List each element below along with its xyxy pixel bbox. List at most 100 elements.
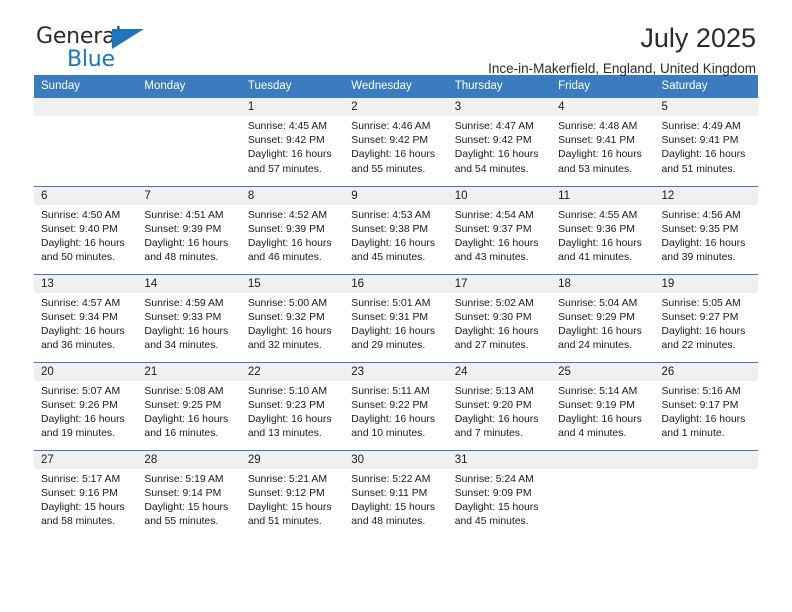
- calendar-day-cell[interactable]: 25 Sunrise: 5:14 AM Sunset: 9:19 PM Dayligh…: [551, 361, 655, 450]
- sunset-text: Sunset: 9:33 PM: [144, 311, 222, 323]
- calendar-cell-empty: [137, 98, 241, 186]
- day-details: Sunrise: 5:01 AM Sunset: 9:31 PM Daylight:…: [344, 293, 447, 354]
- calendar-day-cell[interactable]: 19 Sunrise: 5:05 AM Sunset: 9:27 PM Dayligh…: [654, 273, 758, 362]
- daylight-text-line2: and 7 minutes.: [454, 428, 523, 440]
- daylight-text-line2: and 24 minutes.: [558, 340, 633, 352]
- daylight-text-line1: Daylight: 16 hours: [351, 413, 436, 425]
- sunrise-text: Sunrise: 4:53 AM: [351, 209, 431, 221]
- calendar-day-cell[interactable]: 27 Sunrise: 5:17 AM Sunset: 9:16 PM Dayligh…: [34, 449, 138, 538]
- daylight-text-line2: and 19 minutes.: [41, 428, 115, 440]
- day-cell-inner: 7 Sunrise: 4:51 AM Sunset: 9:39 PM Daylight…: [137, 186, 241, 274]
- day-details: Sunrise: 4:47 AM Sunset: 9:42 PM Daylight:…: [448, 116, 551, 177]
- day-cell-inner: 25 Sunrise: 5:14 AM Sunset: 9:19 PM Dayligh…: [551, 362, 655, 450]
- calendar-week-row: 13 Sunrise: 4:57 AM Sunset: 9:34 PM Dayligh…: [34, 273, 758, 362]
- sunrise-text: Sunrise: 5:02 AM: [454, 297, 534, 309]
- calendar-day-cell[interactable]: 16 Sunrise: 5:01 AM Sunset: 9:31 PM Dayligh…: [344, 273, 448, 362]
- day-number: 13: [34, 274, 138, 293]
- daylight-text-line2: and 27 minutes.: [454, 340, 529, 352]
- calendar-day-cell[interactable]: 10 Sunrise: 4:54 AM Sunset: 9:37 PM Dayligh…: [447, 185, 552, 274]
- sunrise-text: Sunrise: 5:17 AM: [41, 473, 121, 485]
- calendar-day-cell[interactable]: 18 Sunrise: 5:04 AM Sunset: 9:29 PM Dayligh…: [551, 273, 655, 362]
- calendar-day-cell[interactable]: 30 Sunrise: 5:22 AM Sunset: 9:11 PM Dayligh…: [344, 449, 448, 538]
- daylight-text-line1: Daylight: 16 hours: [558, 413, 642, 425]
- day-cell-inner: 11 Sunrise: 4:55 AM Sunset: 9:36 PM Dayligh…: [551, 186, 655, 274]
- calendar-day-cell[interactable]: 14 Sunrise: 4:59 AM Sunset: 9:33 PM Dayligh…: [137, 273, 241, 362]
- calendar-day-cell[interactable]: 24 Sunrise: 5:13 AM Sunset: 9:20 PM Dayligh…: [447, 361, 552, 450]
- sunrise-text: Sunrise: 5:04 AM: [558, 297, 638, 309]
- calendar-day-cell[interactable]: 12 Sunrise: 4:56 AM Sunset: 9:35 PM Dayligh…: [654, 185, 758, 274]
- calendar-day-cell[interactable]: 8 Sunrise: 4:52 AM Sunset: 9:39 PM Daylight…: [240, 185, 345, 274]
- calendar-day-cell[interactable]: 29 Sunrise: 5:21 AM Sunset: 9:12 PM Dayligh…: [240, 449, 345, 539]
- day-cell-inner: 8 Sunrise: 4:52 AM Sunset: 9:39 PM Daylight…: [240, 186, 345, 274]
- calendar-cell-empty: [34, 98, 138, 186]
- sunrise-text: Sunrise: 5:13 AM: [454, 385, 534, 397]
- calendar-day-cell[interactable]: 20 Sunrise: 5:07 AM Sunset: 9:26 PM Dayligh…: [34, 361, 138, 450]
- sunset-text: Sunset: 9:39 PM: [144, 223, 222, 235]
- day-number: 19: [654, 274, 758, 293]
- daylight-text-line1: Daylight: 16 hours: [454, 325, 539, 337]
- sunset-text: Sunset: 9:25 PM: [144, 399, 222, 411]
- day-cell-inner: 3 Sunrise: 4:47 AM Sunset: 9:42 PM Daylight…: [447, 98, 552, 186]
- day-number: 4: [551, 98, 655, 116]
- calendar-day-cell[interactable]: 9 Sunrise: 4:53 AM Sunset: 9:38 PM Daylight…: [344, 185, 448, 274]
- day-cell-inner: 2 Sunrise: 4:46 AM Sunset: 9:42 PM Daylight…: [344, 98, 448, 186]
- daylight-text-line2: and 46 minutes.: [247, 252, 322, 264]
- day-details: Sunrise: 5:13 AM Sunset: 9:20 PM Daylight:…: [448, 381, 551, 442]
- sunrise-text: Sunrise: 5:01 AM: [351, 297, 431, 309]
- daylight-text-line1: Daylight: 16 hours: [661, 325, 746, 337]
- calendar-day-cell[interactable]: 5 Sunrise: 4:49 AM Sunset: 9:41 PM Daylight…: [654, 98, 758, 186]
- calendar-day-cell[interactable]: 13 Sunrise: 4:57 AM Sunset: 9:34 PM Dayligh…: [34, 273, 138, 362]
- day-number: 14: [137, 274, 241, 293]
- sunset-text: Sunset: 9:30 PM: [454, 311, 532, 323]
- sunset-text: Sunset: 9:20 PM: [454, 399, 532, 411]
- calendar-day-cell[interactable]: 1 Sunrise: 4:45 AM Sunset: 9:42 PM Daylight…: [240, 98, 345, 186]
- calendar-day-cell[interactable]: 15 Sunrise: 5:00 AM Sunset: 9:32 PM Dayligh…: [240, 273, 345, 362]
- day-number: 6: [34, 186, 138, 205]
- daylight-text-line1: Daylight: 16 hours: [661, 413, 746, 425]
- day-cell-inner: 1 Sunrise: 4:45 AM Sunset: 9:42 PM Daylight…: [240, 98, 345, 186]
- sunset-text: Sunset: 9:40 PM: [41, 223, 118, 235]
- daylight-text-line1: Daylight: 16 hours: [41, 413, 125, 425]
- calendar-day-cell[interactable]: 26 Sunrise: 5:16 AM Sunset: 9:17 PM Dayligh…: [654, 361, 758, 450]
- day-number: 1: [240, 98, 345, 116]
- daylight-text-line1: Daylight: 16 hours: [41, 325, 125, 337]
- daylight-text-line1: Daylight: 16 hours: [558, 237, 642, 249]
- calendar-day-cell[interactable]: 3 Sunrise: 4:47 AM Sunset: 9:42 PM Daylight…: [447, 98, 552, 186]
- day-cell-inner: 12 Sunrise: 4:56 AM Sunset: 9:35 PM Dayligh…: [654, 186, 758, 274]
- sunset-text: Sunset: 9:41 PM: [661, 135, 739, 147]
- calendar-day-cell[interactable]: 7 Sunrise: 4:51 AM Sunset: 9:39 PM Daylight…: [137, 185, 241, 274]
- day-number: 5: [654, 98, 758, 116]
- daylight-text-line2: and 4 minutes.: [558, 428, 627, 440]
- calendar-day-cell[interactable]: 17 Sunrise: 5:02 AM Sunset: 9:30 PM Dayligh…: [447, 273, 552, 362]
- day-cell-inner: 28 Sunrise: 5:19 AM Sunset: 9:14 PM Dayligh…: [137, 450, 241, 539]
- sunset-text: Sunset: 9:37 PM: [454, 223, 532, 235]
- day-cell-inner: [137, 98, 241, 186]
- day-number: [654, 450, 758, 469]
- triangle-flag-icon: [112, 29, 144, 49]
- daylight-text-line2: and 51 minutes.: [661, 163, 736, 175]
- daylight-text-line2: and 41 minutes.: [558, 252, 633, 264]
- day-cell-inner: 19 Sunrise: 5:05 AM Sunset: 9:27 PM Dayligh…: [654, 274, 758, 362]
- calendar-day-cell[interactable]: 21 Sunrise: 5:08 AM Sunset: 9:25 PM Dayligh…: [137, 361, 241, 450]
- daylight-text-line1: Daylight: 15 hours: [351, 501, 436, 513]
- calendar-day-cell[interactable]: 6 Sunrise: 4:50 AM Sunset: 9:40 PM Daylight…: [34, 185, 138, 274]
- calendar-day-cell[interactable]: 4 Sunrise: 4:48 AM Sunset: 9:41 PM Daylight…: [551, 98, 655, 186]
- day-cell-inner: 6 Sunrise: 4:50 AM Sunset: 9:40 PM Daylight…: [34, 186, 138, 274]
- sunrise-text: Sunrise: 5:05 AM: [661, 297, 741, 309]
- day-cell-inner: 29 Sunrise: 5:21 AM Sunset: 9:12 PM Dayligh…: [240, 450, 345, 539]
- brand-logo[interactable]: General Blue: [36, 26, 144, 71]
- day-details: Sunrise: 5:10 AM Sunset: 9:23 PM Daylight:…: [241, 381, 344, 442]
- weekday-header-saturday: Saturday: [654, 75, 758, 98]
- calendar-day-cell[interactable]: 11 Sunrise: 4:55 AM Sunset: 9:36 PM Dayligh…: [551, 185, 655, 274]
- sunset-text: Sunset: 9:41 PM: [558, 135, 635, 147]
- sunrise-text: Sunrise: 4:57 AM: [41, 297, 121, 309]
- day-cell-inner: 26 Sunrise: 5:16 AM Sunset: 9:17 PM Dayligh…: [654, 362, 758, 450]
- calendar-day-cell[interactable]: 2 Sunrise: 4:46 AM Sunset: 9:42 PM Daylight…: [344, 98, 448, 186]
- day-cell-inner: 13 Sunrise: 4:57 AM Sunset: 9:34 PM Dayligh…: [34, 274, 138, 362]
- calendar-day-cell[interactable]: 28 Sunrise: 5:19 AM Sunset: 9:14 PM Dayligh…: [137, 449, 241, 539]
- calendar-day-cell[interactable]: 31 Sunrise: 5:24 AM Sunset: 9:09 PM Dayligh…: [447, 449, 552, 538]
- calendar-day-cell[interactable]: 23 Sunrise: 5:11 AM Sunset: 9:22 PM Dayligh…: [344, 361, 448, 450]
- calendar-day-cell[interactable]: 22 Sunrise: 5:10 AM Sunset: 9:23 PM Dayligh…: [240, 361, 345, 450]
- day-number: 3: [447, 98, 552, 116]
- sunset-text: Sunset: 9:42 PM: [247, 135, 325, 147]
